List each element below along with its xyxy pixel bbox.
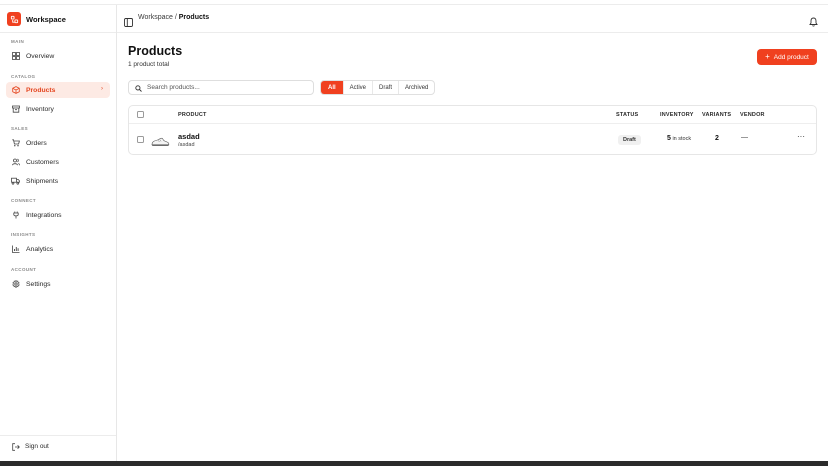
grid-icon: [11, 52, 20, 61]
column-inventory: INVENTORY: [660, 112, 694, 118]
section-label-main: MAIN: [11, 39, 25, 44]
status-filter-tabs: All Active Draft Archived: [320, 80, 436, 95]
section-label-connect: CONNECT: [11, 198, 37, 203]
filter-archived[interactable]: Archived: [399, 81, 434, 94]
filter-draft[interactable]: Draft: [373, 81, 400, 94]
truck-icon: [11, 177, 20, 186]
sidebar-item-label: Integrations: [26, 211, 62, 219]
sidebar-item-label: Products: [26, 86, 56, 94]
table-row[interactable]: asdad /asdad Draft 5 in stock 2 — ···: [129, 124, 816, 154]
breadcrumb-current: Products: [178, 14, 210, 21]
search-icon: [135, 79, 142, 97]
sidebar-item-analytics[interactable]: Analytics: [6, 241, 110, 257]
plug-icon: [11, 211, 20, 220]
sidebar-item-label: Overview: [26, 52, 55, 60]
row-checkbox[interactable]: [137, 136, 144, 143]
top-header: Workspace / Products: [117, 5, 828, 33]
more-actions-button[interactable]: ···: [797, 132, 805, 141]
column-vendor: VENDOR: [740, 112, 765, 118]
gear-icon: [11, 280, 20, 289]
sign-out-icon: [11, 442, 20, 451]
sidebar-toggle-icon[interactable]: [124, 14, 133, 27]
products-table: PRODUCT STATUS INVENTORY VARIANTS VENDOR…: [128, 105, 817, 155]
column-variants: VARIANTS: [702, 112, 732, 118]
sidebar-item-label: Orders: [26, 139, 47, 147]
sidebar: Workspace MAIN Overview CATALOG Products…: [0, 5, 117, 461]
column-status: STATUS: [616, 112, 639, 118]
sidebar-item-products[interactable]: Products ›: [6, 82, 110, 98]
chevron-right-icon: ›: [101, 86, 103, 92]
sidebar-item-inventory[interactable]: Inventory: [6, 101, 110, 117]
sidebar-item-overview[interactable]: Overview: [6, 48, 110, 64]
page-title: Products: [128, 44, 183, 58]
inventory-cell: 5 in stock: [667, 135, 691, 142]
search-placeholder: Search products...: [147, 84, 200, 91]
filter-all[interactable]: All: [321, 81, 344, 94]
vendor-cell: —: [741, 134, 748, 141]
product-name[interactable]: asdad: [178, 132, 200, 141]
sidebar-item-label: Settings: [26, 280, 51, 288]
sidebar-item-orders[interactable]: Orders: [6, 135, 110, 151]
stock-suffix: in stock: [672, 136, 692, 142]
bar-chart-icon: [11, 245, 20, 254]
sign-out-label: Sign out: [25, 443, 49, 450]
breadcrumb-separator: /: [174, 14, 177, 21]
section-label-account: ACCOUNT: [11, 267, 37, 272]
breadcrumb: Workspace / Products: [138, 14, 209, 21]
section-label-insights: INSIGHTS: [11, 232, 36, 237]
variants-count: 2: [715, 135, 719, 142]
sidebar-item-integrations[interactable]: Integrations: [6, 207, 110, 223]
sidebar-item-label: Analytics: [26, 245, 54, 253]
cart-icon: [11, 139, 20, 148]
stock-count: 5: [667, 135, 671, 142]
sidebar-item-customers[interactable]: Customers: [6, 154, 110, 170]
product-slug: /asdad: [178, 142, 195, 148]
table-header: PRODUCT STATUS INVENTORY VARIANTS VENDOR: [129, 106, 816, 124]
users-icon: [11, 158, 20, 167]
breadcrumb-root[interactable]: Workspace: [138, 14, 173, 21]
brand[interactable]: Workspace: [7, 12, 66, 26]
add-product-label: Add product: [773, 53, 809, 61]
section-label-catalog: CATALOG: [11, 74, 36, 79]
plus-icon: +: [765, 52, 770, 61]
product-thumbnail: [151, 134, 170, 146]
sidebar-item-label: Shipments: [26, 177, 59, 185]
sign-out-button[interactable]: Sign out: [11, 442, 49, 451]
column-product: PRODUCT: [178, 112, 207, 118]
sidebar-item-label: Inventory: [26, 105, 54, 113]
sidebar-divider: [0, 32, 116, 33]
brand-name: Workspace: [26, 14, 66, 24]
add-product-button[interactable]: + Add product: [757, 49, 817, 65]
status-badge: Draft: [618, 135, 641, 145]
search-input[interactable]: Search products...: [128, 80, 314, 95]
sidebar-item-label: Customers: [26, 158, 59, 166]
sidebar-item-shipments[interactable]: Shipments: [6, 173, 110, 189]
product-count: 1 product total: [128, 61, 170, 68]
package-icon: [11, 86, 20, 95]
sidebar-item-settings[interactable]: Settings: [6, 276, 110, 292]
select-all-checkbox[interactable]: [137, 111, 144, 118]
filter-active[interactable]: Active: [344, 81, 374, 94]
section-label-sales: SALES: [11, 126, 29, 131]
archive-icon: [11, 105, 20, 114]
workspace-logo-icon: [7, 12, 21, 26]
bell-icon[interactable]: [809, 14, 818, 27]
sidebar-footer-divider: [0, 435, 116, 436]
bottom-edge: [0, 461, 828, 466]
